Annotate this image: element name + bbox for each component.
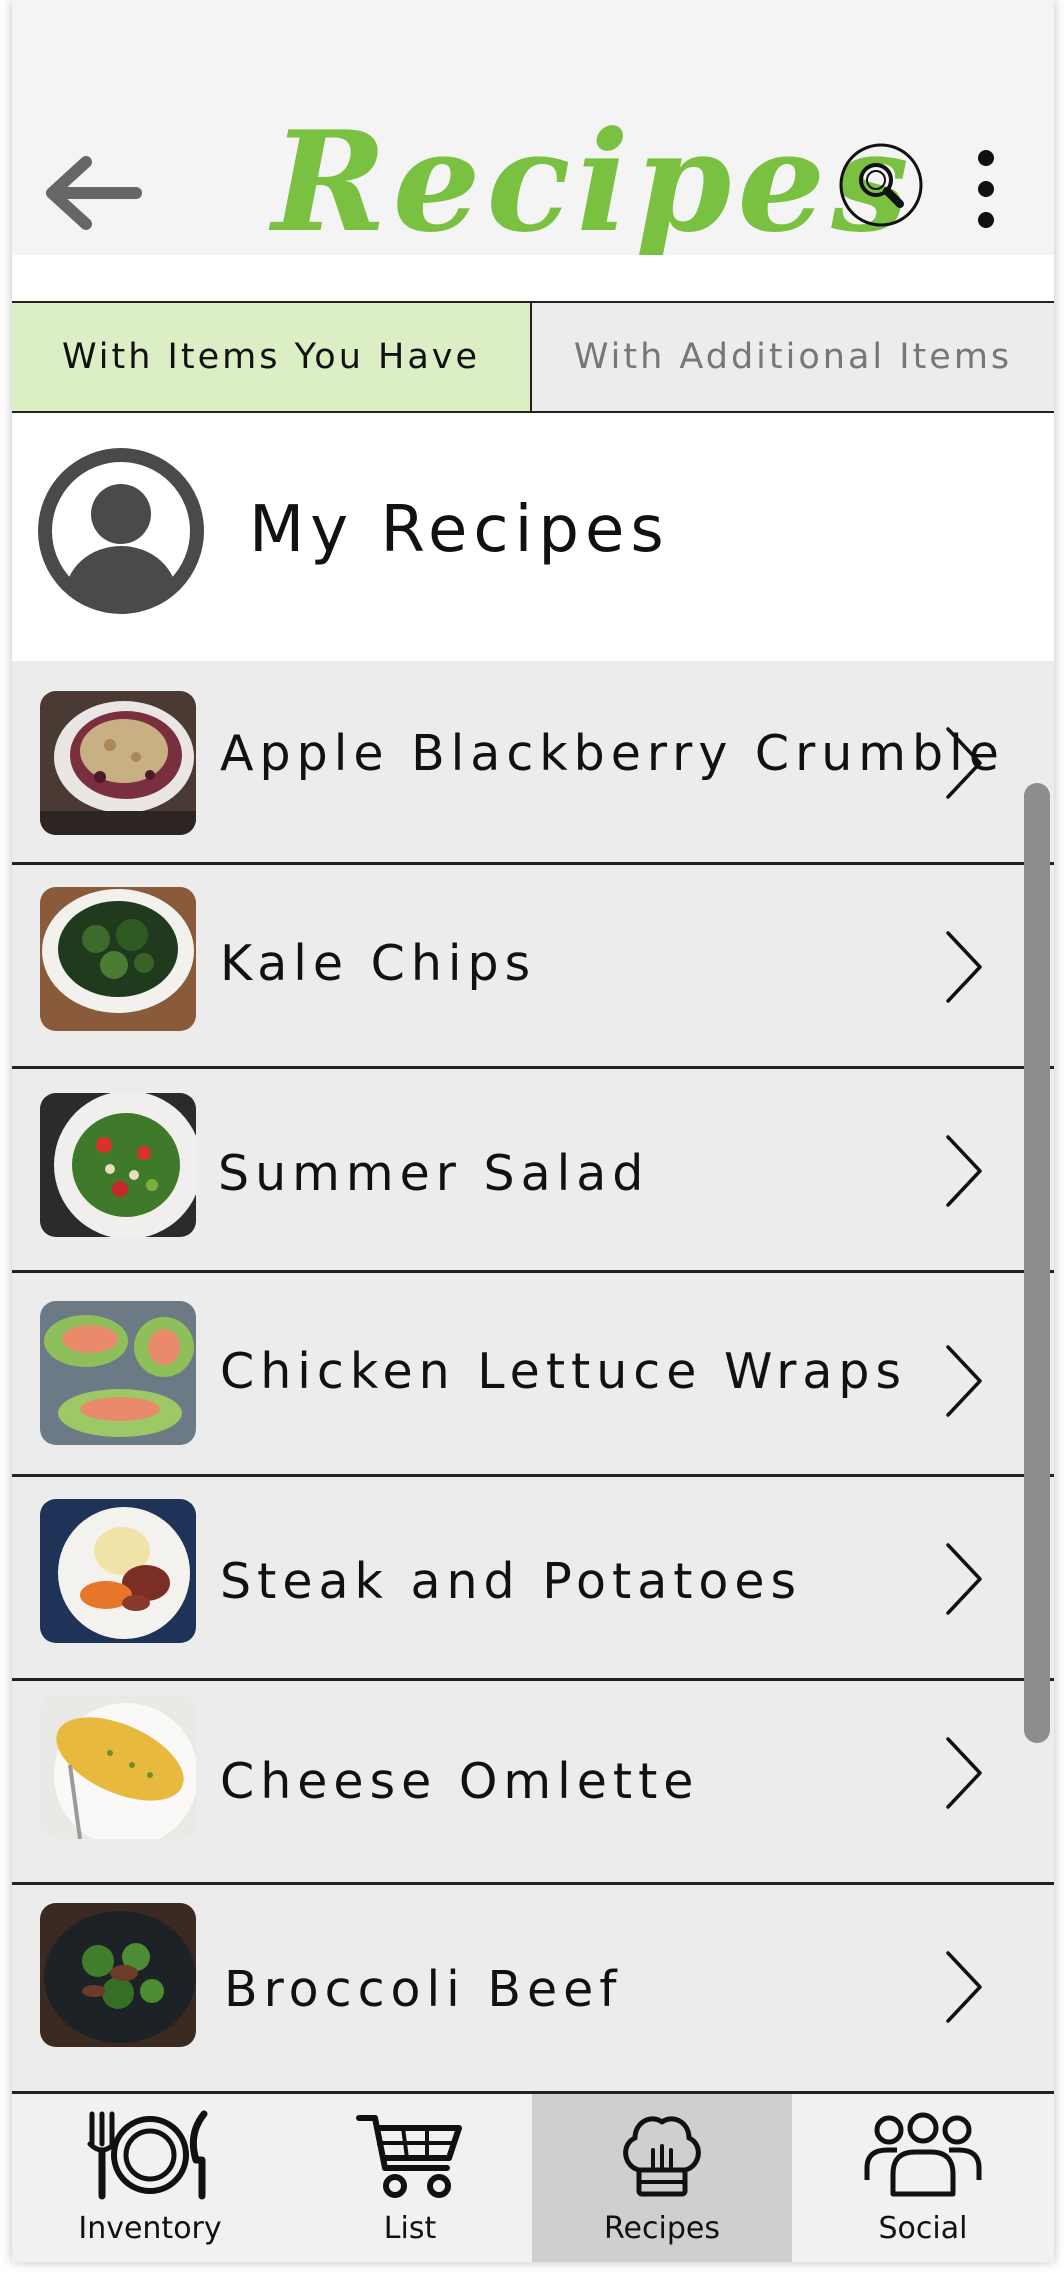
chef-hat-icon <box>623 2116 701 2197</box>
nav-label: Inventory <box>78 2211 222 2246</box>
recipe-row-steak-and-potatoes[interactable]: Steak and Potatoes <box>12 1477 1054 1681</box>
shopping-cart-icon <box>356 2115 462 2198</box>
nav-item-list[interactable]: List <box>288 2094 532 2262</box>
recipe-row-cheese-omlette[interactable]: Cheese Omlette <box>12 1681 1054 1885</box>
recipe-row-kale-chips[interactable]: Kale Chips <box>12 865 1054 1069</box>
list-scrollbar[interactable] <box>1024 783 1050 1743</box>
recipe-name: Steak and Potatoes <box>220 1553 803 1610</box>
nav-label: Recipes <box>604 2211 720 2246</box>
nav-item-recipes[interactable]: Recipes <box>532 2094 792 2262</box>
recipe-row-summer-salad[interactable]: Summer Salad <box>12 1069 1054 1273</box>
chevron-right-icon <box>946 1737 982 1809</box>
my-recipes-label: My Recipes <box>249 493 670 567</box>
recipe-list: Apple Blackberry Crumble Kale Chips Summ… <box>12 661 1054 2091</box>
recipe-name: Broccoli Beef <box>224 1961 623 2018</box>
group-icon <box>864 2112 982 2197</box>
header-spacer <box>12 255 1054 301</box>
plate-utensils-icon <box>87 2110 208 2200</box>
nav-item-inventory[interactable]: Inventory <box>12 2094 288 2262</box>
recipe-row-chicken-lettuce-wraps[interactable]: Chicken Lettuce Wraps <box>12 1273 1054 1477</box>
recipe-name: Summer Salad <box>218 1145 650 1202</box>
recipe-row-broccoli-beef[interactable]: Broccoli Beef <box>12 1885 1054 2089</box>
chevron-right-icon <box>946 931 982 1003</box>
chevron-right-icon <box>946 727 982 799</box>
recipe-name: Apple Blackberry Crumble <box>220 725 1005 782</box>
recipe-thumbnail <box>40 1301 196 1445</box>
my-recipes-section[interactable]: My Recipes <box>12 413 1054 661</box>
app-screen: Recipes With Items You Have With Additio… <box>12 0 1054 2262</box>
chevron-right-icon <box>946 1135 982 1207</box>
recipe-name: Kale Chips <box>220 935 537 992</box>
recipe-thumbnail <box>40 887 196 1031</box>
bottom-navigation: Inventory List Recipes Social <box>12 2091 1054 2262</box>
recipe-name: Chicken Lettuce Wraps <box>220 1343 908 1400</box>
tab-with-items-you-have[interactable]: With Items You Have <box>12 303 532 411</box>
tab-with-additional-items[interactable]: With Additional Items <box>532 303 1054 411</box>
arrow-left-icon <box>46 156 142 230</box>
more-vertical-icon <box>978 150 994 228</box>
recipe-thumbnail <box>40 1903 196 2047</box>
search-button[interactable] <box>836 140 926 230</box>
chevron-right-icon <box>946 1345 982 1417</box>
recipe-filter-tabs: With Items You Have With Additional Item… <box>12 301 1054 413</box>
recipe-row-apple-blackberry-crumble[interactable]: Apple Blackberry Crumble <box>12 661 1054 865</box>
user-avatar-icon <box>38 448 204 614</box>
recipe-thumbnail <box>40 1499 196 1643</box>
chevron-right-icon <box>946 1951 982 2023</box>
recipe-thumbnail <box>40 1093 196 1237</box>
recipe-thumbnail <box>40 691 196 835</box>
back-button[interactable] <box>36 148 146 238</box>
search-icon <box>839 143 923 227</box>
recipe-name: Cheese Omlette <box>220 1753 700 1810</box>
chevron-right-icon <box>946 1543 982 1615</box>
nav-label: Social <box>878 2211 968 2246</box>
nav-item-social[interactable]: Social <box>792 2094 1054 2262</box>
recipe-thumbnail <box>40 1695 196 1839</box>
nav-label: List <box>383 2211 437 2246</box>
more-options-button[interactable] <box>966 144 1006 234</box>
app-header: Recipes <box>12 0 1054 263</box>
